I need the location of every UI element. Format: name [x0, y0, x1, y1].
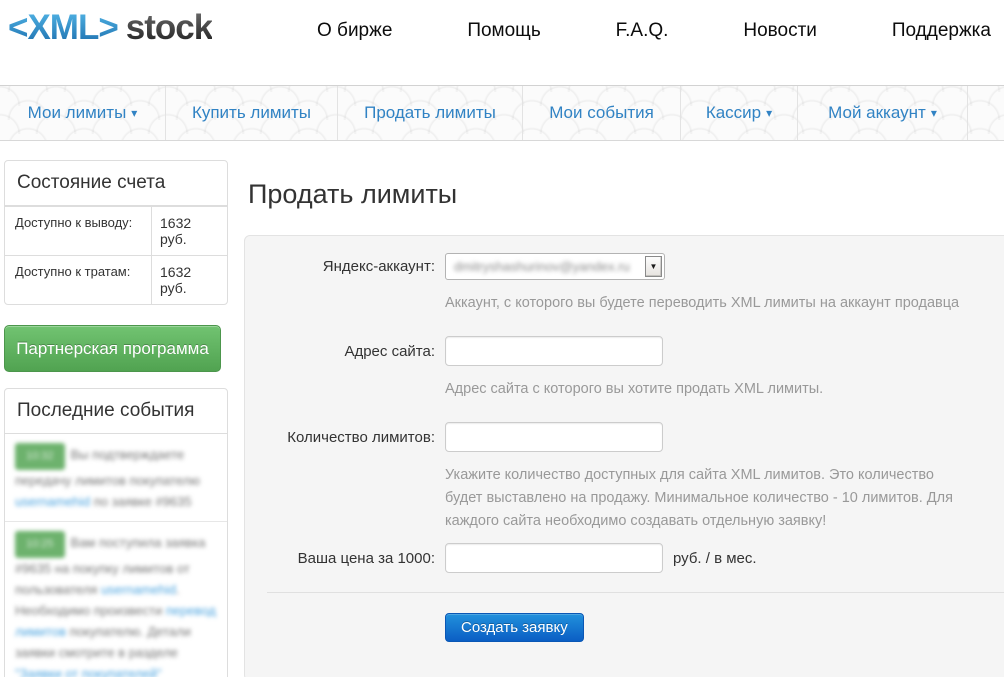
field-label: Адрес сайта:: [265, 343, 435, 360]
caret-down-icon: ▾: [766, 106, 772, 120]
recent-events-panel: Последние события 10:32Вы подтверждаете …: [4, 388, 228, 677]
sell-limits-form: Яндекс-аккаунт: dmitryshashurinov@yandex…: [244, 235, 1004, 677]
site-address-input[interactable]: [445, 336, 663, 366]
account-row-label: Доступно к выводу:: [5, 207, 151, 255]
price-input[interactable]: [445, 543, 663, 573]
event-redacted-content: 10:32Вы подтверждаете передачу лимитов п…: [15, 443, 217, 512]
select-dropdown-button[interactable]: ▼: [645, 256, 662, 277]
field-label: Количество лимитов:: [265, 429, 435, 446]
logo-stock-part: stock: [126, 8, 212, 47]
account-status-panel: Состояние счета Доступно к выводу: 1632 …: [4, 160, 228, 305]
account-row-withdraw: Доступно к выводу: 1632 руб.: [5, 206, 227, 255]
event-item: 10:25Вам поступила заявка #9635 на покуп…: [5, 521, 227, 677]
events-list: 10:32Вы подтверждаете передачу лимитов п…: [5, 434, 227, 677]
partner-program-button[interactable]: Партнерская программа: [4, 325, 221, 372]
top-nav-news[interactable]: Новости: [743, 20, 817, 42]
caret-down-icon: ▾: [131, 106, 137, 120]
event-link[interactable]: usernamehid: [101, 582, 176, 597]
event-link[interactable]: "Заявки от покупателей": [15, 666, 162, 677]
account-row-value: 1632 руб.: [151, 256, 227, 304]
select-value-redacted: dmitryshashurinov@yandex.ru: [454, 259, 645, 274]
page-title: Продать лимиты: [248, 179, 1004, 210]
nav-item-label: Мои лимиты: [28, 103, 127, 123]
form-divider: [267, 592, 1004, 593]
account-row-label: Доступно к тратам:: [5, 256, 151, 304]
nav-buy-limits[interactable]: Купить лимиты: [166, 86, 338, 140]
site-header: <XML>stock О бирже Помощь F.A.Q. Новости…: [0, 0, 1004, 85]
create-request-button[interactable]: Создать заявку: [445, 613, 584, 642]
account-row-value: 1632 руб.: [151, 207, 227, 255]
main-column: Продать лимиты Яндекс-аккаунт: dmitrysha…: [244, 141, 1004, 676]
nav-my-limits[interactable]: Мои лимиты ▾: [0, 86, 166, 140]
limits-count-input[interactable]: [445, 422, 663, 452]
nav-item-label: Продать лимиты: [364, 103, 496, 123]
nav-sell-limits[interactable]: Продать лимиты: [338, 86, 523, 140]
top-nav: О бирже Помощь F.A.Q. Новости Поддержка: [317, 20, 991, 42]
event-item: 10:32Вы подтверждаете передачу лимитов п…: [5, 434, 227, 521]
logo-xml-part: <XML>: [8, 8, 118, 47]
main-nav-bar: Мои лимиты ▾ Купить лимиты Продать лимит…: [0, 85, 1004, 141]
top-nav-help[interactable]: Помощь: [467, 20, 540, 42]
account-row-spend: Доступно к тратам: 1632 руб.: [5, 255, 227, 304]
form-row-site-address: Адрес сайта:: [265, 336, 1004, 366]
field-label: Яндекс-аккаунт:: [265, 258, 435, 275]
nav-my-events[interactable]: Мои события: [523, 86, 681, 140]
event-redacted-content: 10:25Вам поступила заявка #9635 на покуп…: [15, 531, 217, 677]
site-logo[interactable]: <XML>stock: [8, 8, 212, 48]
event-text: по заявке #9635: [90, 494, 191, 509]
sidebar: Состояние счета Доступно к выводу: 1632 …: [4, 141, 228, 676]
form-row-price: Ваша цена за 1000: руб. / в мес.: [265, 543, 1004, 573]
dropdown-arrow-icon: ▼: [650, 263, 658, 271]
field-label: Ваша цена за 1000:: [265, 550, 435, 567]
content-area: Состояние счета Доступно к выводу: 1632 …: [0, 141, 1004, 676]
nav-item-label: Мой аккаунт: [828, 103, 926, 123]
form-row-account: Яндекс-аккаунт: dmitryshashurinov@yandex…: [265, 253, 1004, 280]
top-nav-faq[interactable]: F.A.Q.: [616, 20, 669, 42]
nav-item-label: Кассир: [706, 103, 761, 123]
field-help-text: Адрес сайта с которого вы хотите продать…: [445, 378, 973, 401]
account-status-title: Состояние счета: [5, 161, 227, 206]
event-time-badge: 10:25: [15, 531, 65, 558]
price-suffix: руб. / в мес.: [673, 550, 757, 567]
yandex-account-select[interactable]: dmitryshashurinov@yandex.ru ▼: [445, 253, 665, 280]
form-row-limits-count: Количество лимитов:: [265, 422, 1004, 452]
event-time-badge: 10:32: [15, 443, 65, 470]
nav-my-account[interactable]: Мой аккаунт ▾: [798, 86, 968, 140]
field-help-text: Укажите количество доступных для сайта X…: [445, 464, 973, 533]
field-help-text: Аккаунт, с которого вы будете переводить…: [445, 292, 973, 315]
nav-cashier[interactable]: Кассир ▾: [681, 86, 798, 140]
nav-filler: [968, 86, 1004, 140]
top-nav-about[interactable]: О бирже: [317, 20, 392, 42]
top-nav-support[interactable]: Поддержка: [892, 20, 991, 42]
nav-item-label: Мои события: [549, 103, 654, 123]
recent-events-title: Последние события: [5, 389, 227, 434]
event-link[interactable]: usernamehid: [15, 494, 90, 509]
nav-item-label: Купить лимиты: [192, 103, 311, 123]
caret-down-icon: ▾: [931, 106, 937, 120]
